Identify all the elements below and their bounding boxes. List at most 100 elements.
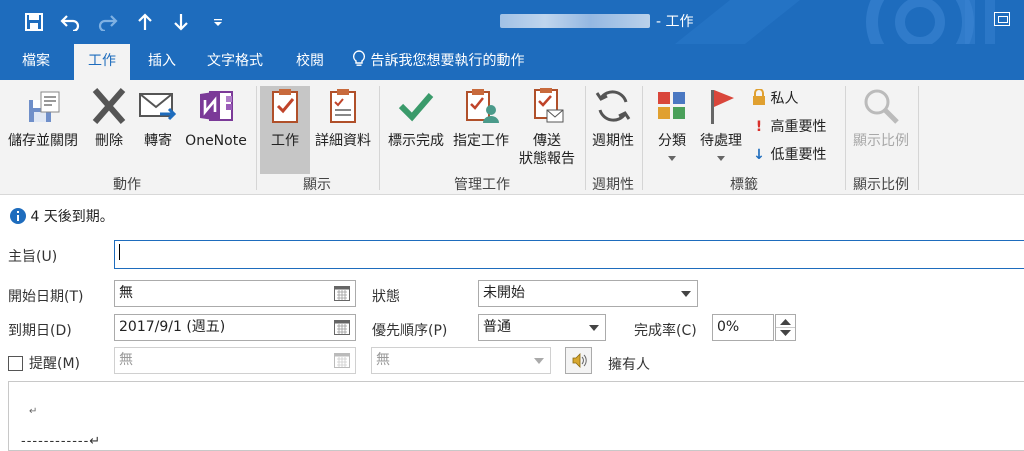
task-body-editor[interactable]: ↵ ------------↵	[8, 381, 1024, 451]
ribbon: 儲存並關閉 刪除 轉寄 OneNote 動作 工作 詳細資料 顯示 標示完成 指…	[0, 80, 1024, 195]
status-value: 未開始	[483, 285, 525, 301]
restore-icon[interactable]	[994, 12, 1010, 26]
info-bar: 4 天後到期。	[10, 206, 114, 226]
window-title-suffix: - 工作	[656, 14, 694, 30]
chevron-down-icon	[589, 325, 599, 331]
info-icon	[10, 208, 26, 224]
percent-complete-label: 完成率(C)	[634, 323, 697, 339]
body-line-1: ↵	[29, 406, 38, 417]
task-label: 工作	[271, 133, 299, 149]
magnifier-icon	[864, 89, 899, 124]
status-label: 狀態	[372, 289, 400, 305]
calendar-icon[interactable]	[334, 286, 350, 301]
onenote-label: OneNote	[185, 133, 247, 149]
forward-button[interactable]: 轉寄	[136, 86, 180, 170]
subject-label: 主旨(U)	[8, 249, 58, 265]
group-divider	[845, 86, 846, 190]
priority-dropdown[interactable]: 普通	[478, 314, 606, 341]
reminder-date-value: 無	[119, 352, 133, 368]
reminder-sound-button[interactable]	[565, 347, 592, 374]
tab-review[interactable]: 校閱	[282, 44, 338, 80]
group-divider	[918, 86, 919, 190]
text-cursor	[119, 244, 120, 260]
tab-insert[interactable]: 插入	[134, 44, 190, 80]
reminder-date-field: 無	[114, 347, 356, 374]
group-tags-label: 標籤	[730, 177, 758, 193]
down-arrow-icon: ↓	[753, 147, 765, 163]
group-show-label: 顯示	[303, 177, 331, 193]
ribbon-tabs: 檔案 工作 插入 文字格式 校閱 告訴我您想要執行的動作	[0, 44, 1024, 80]
percent-spinner[interactable]	[775, 314, 796, 341]
reminder-time-dropdown: 無	[371, 347, 551, 374]
reminder-label: 提醒(M)	[29, 356, 81, 372]
due-date-value: 2017/9/1 (週五)	[119, 319, 226, 335]
recurrence-button[interactable]: 週期性	[588, 86, 638, 170]
owner-label: 擁有人	[608, 357, 650, 373]
categorize-label: 分類	[658, 133, 686, 149]
tab-task[interactable]: 工作	[74, 44, 130, 80]
priority-label: 優先順序(P)	[372, 323, 448, 339]
follow-up-label: 待處理	[700, 133, 742, 149]
mark-complete-button[interactable]: 標示完成	[384, 86, 448, 170]
low-importance-label: 低重要性	[770, 147, 827, 163]
tab-file[interactable]: 檔案	[8, 44, 64, 80]
undo-icon[interactable]	[58, 10, 82, 34]
title-bar: - 工作	[0, 0, 1024, 44]
priority-value: 普通	[483, 319, 511, 335]
follow-up-button[interactable]: 待處理	[696, 86, 746, 170]
details-button[interactable]: 詳細資料	[312, 86, 374, 170]
start-date-field[interactable]: 無	[114, 280, 356, 307]
status-report-icon	[534, 88, 564, 123]
due-date-label: 到期日(D)	[8, 323, 72, 339]
delete-icon	[92, 88, 126, 124]
status-dropdown[interactable]: 未開始	[478, 280, 698, 307]
high-importance-button[interactable]: ! 高重要性	[752, 116, 827, 138]
categorize-button[interactable]: 分類	[650, 86, 694, 170]
group-recurrence-label: 週期性	[592, 177, 634, 193]
checkmark-icon	[398, 93, 434, 122]
assign-task-button[interactable]: 指定工作	[450, 86, 512, 170]
delete-label: 刪除	[95, 133, 123, 149]
send-status-report-button[interactable]: 傳送 狀態報告	[514, 86, 580, 170]
save-and-close-button[interactable]: 儲存並關閉	[4, 86, 82, 170]
task-icon	[272, 89, 298, 123]
private-button[interactable]: 私人	[752, 88, 798, 110]
categorize-icon	[658, 92, 685, 119]
group-divider	[379, 86, 380, 190]
onenote-button[interactable]: OneNote	[182, 86, 250, 170]
group-actions-label: 動作	[113, 177, 141, 193]
zoom-button: 顯示比例	[848, 86, 914, 170]
save-icon[interactable]	[22, 10, 46, 34]
up-arrow-icon[interactable]	[133, 10, 157, 34]
onenote-icon	[200, 91, 233, 121]
private-label: 私人	[770, 91, 799, 107]
details-label: 詳細資料	[315, 133, 371, 149]
subject-input[interactable]	[114, 240, 1024, 269]
tell-me-box[interactable]: 告訴我您想要執行的動作	[352, 44, 552, 80]
delete-button[interactable]: 刪除	[86, 86, 132, 170]
customize-icon[interactable]	[206, 10, 230, 34]
tab-format-text[interactable]: 文字格式	[196, 44, 274, 80]
recurrence-label: 週期性	[592, 133, 634, 149]
reminder-checkbox[interactable]	[8, 356, 23, 371]
low-importance-button[interactable]: ↓ 低重要性	[752, 144, 826, 166]
send-status-line1: 傳送	[533, 133, 561, 149]
flag-icon	[711, 90, 734, 124]
spinner-arrows-icon[interactable]	[776, 315, 795, 340]
forward-label: 轉寄	[144, 133, 172, 149]
task-view-button[interactable]: 工作	[260, 86, 310, 174]
start-date-value: 無	[119, 285, 133, 301]
save-close-icon	[29, 91, 60, 122]
down-arrow-icon[interactable]	[169, 10, 193, 34]
lightbulb-icon	[352, 50, 366, 66]
group-zoom-label: 顯示比例	[853, 177, 909, 193]
chevron-down-icon	[668, 156, 676, 161]
percent-complete-input[interactable]: 0%	[712, 314, 774, 341]
zoom-label: 顯示比例	[853, 133, 909, 149]
details-icon	[330, 89, 356, 123]
mark-complete-label: 標示完成	[388, 133, 444, 149]
tell-me-text: 告訴我您想要執行的動作	[370, 53, 525, 69]
reminder-checkbox-row[interactable]: 提醒(M)	[8, 353, 80, 373]
calendar-icon[interactable]	[334, 320, 350, 335]
due-date-field[interactable]: 2017/9/1 (週五)	[114, 314, 356, 341]
